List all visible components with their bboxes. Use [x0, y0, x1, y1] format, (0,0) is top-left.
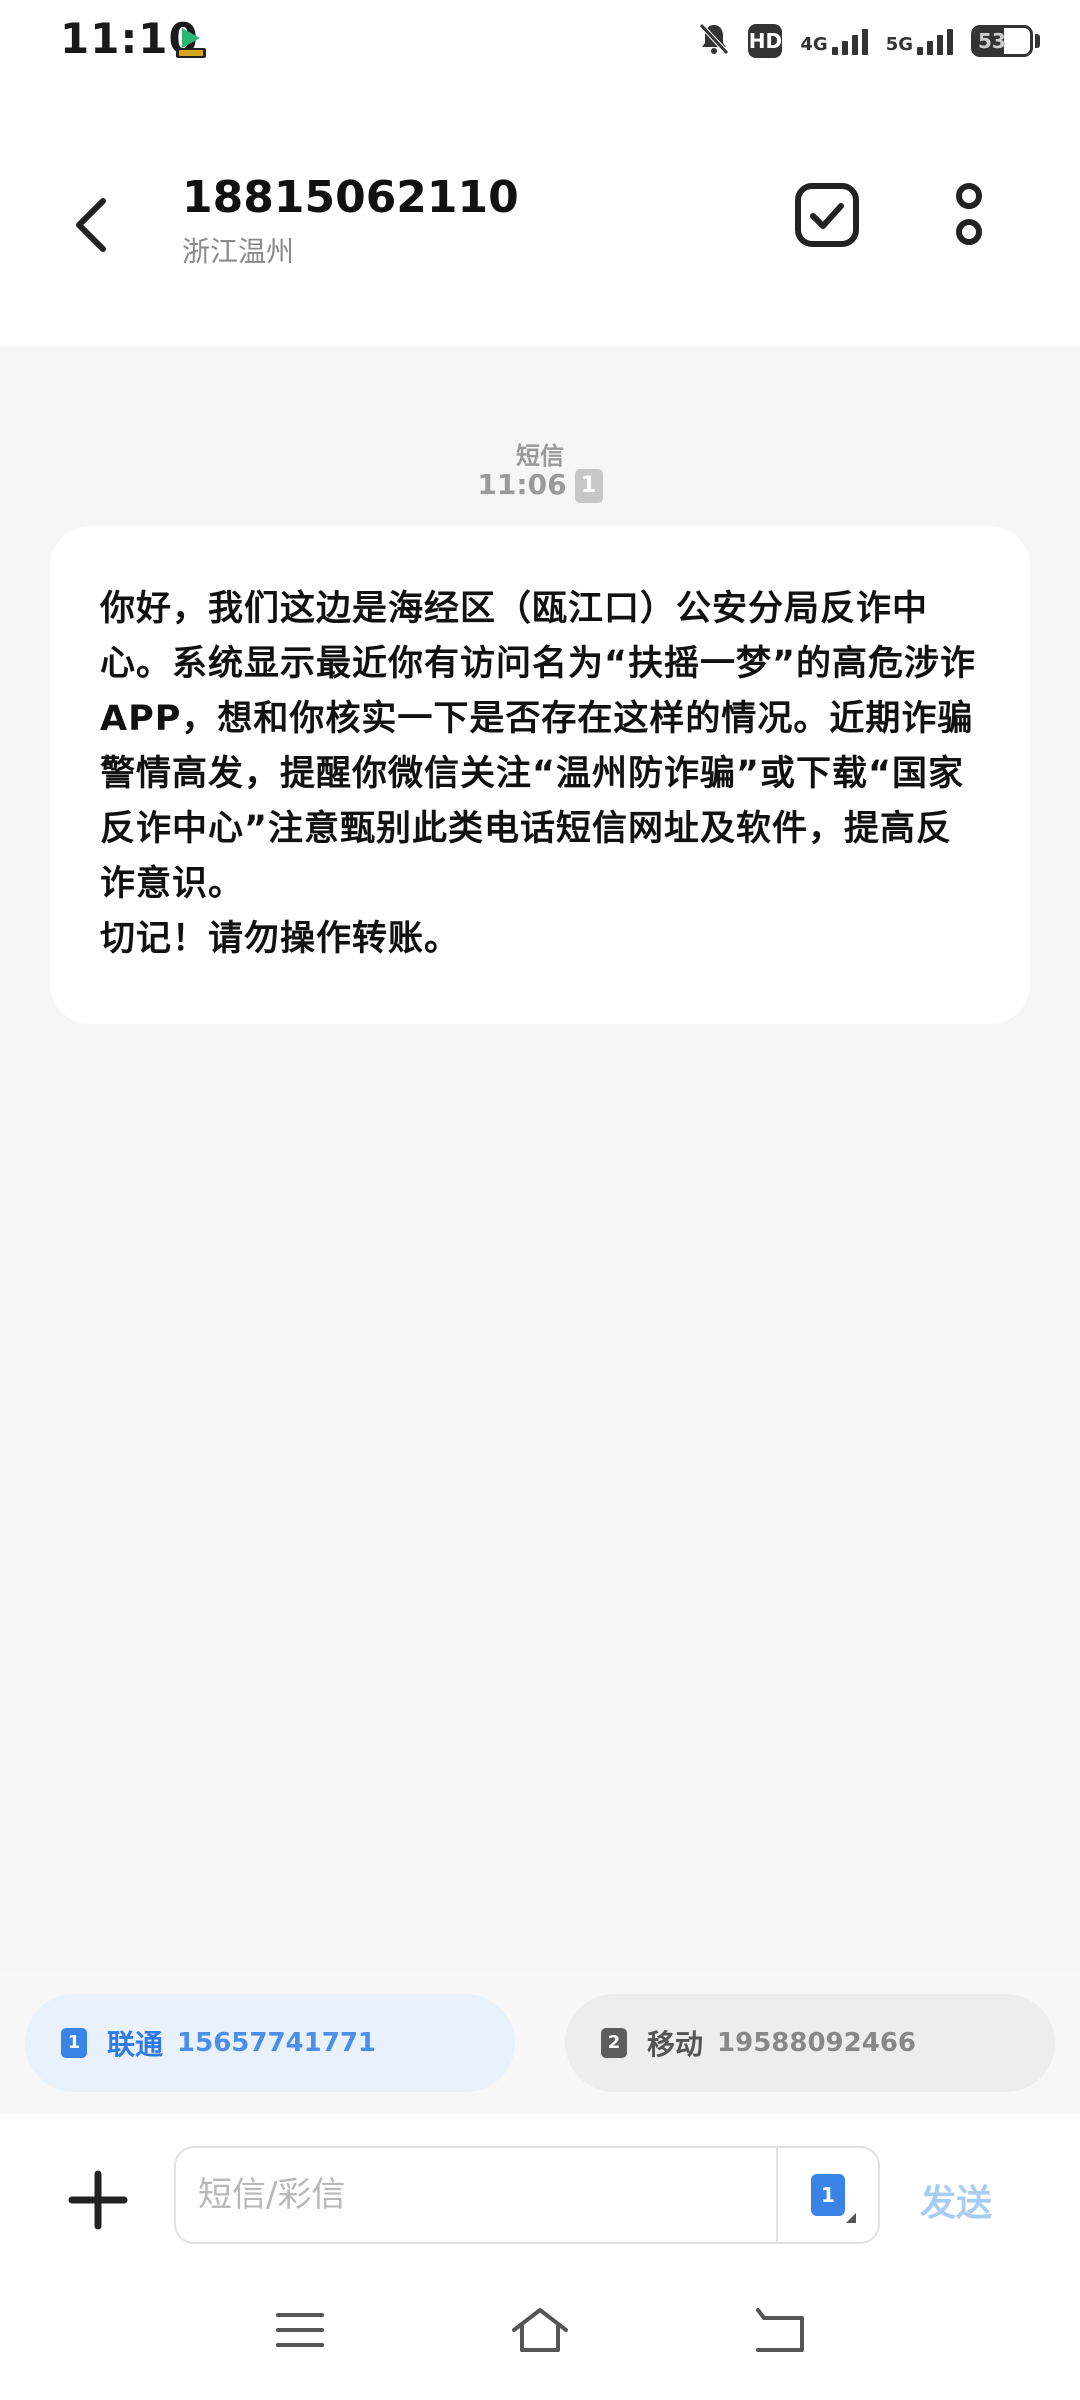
- dropdown-corner-icon: [846, 2213, 856, 2223]
- contact-number[interactable]: 18815062110: [182, 172, 519, 223]
- sim-carrier-label: 联通: [107, 2028, 164, 2061]
- sim-carrier-label: 移动: [647, 2028, 704, 2061]
- home-icon: [512, 2308, 568, 2352]
- message-bubble[interactable]: 你好，我们这边是海经区（瓯江口）公安分局反诈中心。系统显示最近你有访问名为“扶摇…: [50, 526, 1030, 1024]
- battery-level-text: 53: [978, 29, 1006, 53]
- more-options-button[interactable]: [934, 178, 1004, 252]
- contact-location: 浙江温州: [182, 235, 295, 268]
- signal-4g-icon: 4G: [800, 27, 868, 55]
- sim-card-icon: 2: [601, 2028, 627, 2058]
- navigation-bar: [0, 2270, 1080, 2400]
- sim-select-icon: 1: [811, 2174, 845, 2216]
- message-body: 你好，我们这边是海经区（瓯江口）公安分局反诈中心。系统显示最近你有访问名为“扶摇…: [100, 589, 977, 959]
- signal-bars-2: [917, 27, 953, 55]
- network-type-1: 4G: [800, 34, 828, 55]
- sim-slot-badge: 1: [574, 469, 603, 503]
- menu-lines-icon: [276, 2313, 324, 2347]
- sim-select-button[interactable]: 1: [778, 2147, 878, 2243]
- battery-icon: 53: [971, 25, 1040, 57]
- network-type-2: 5G: [885, 34, 913, 55]
- battery-cap: [1035, 34, 1040, 48]
- back-icon: [756, 2308, 804, 2352]
- conversation-header: 18815062110 浙江温州: [0, 90, 1080, 346]
- battery-body: 53: [971, 25, 1033, 57]
- compose-bar: 1 发送: [0, 2114, 1080, 2270]
- compose-field: 1: [174, 2146, 880, 2244]
- status-right-group: HD 4G 5G 53: [698, 22, 1040, 60]
- multi-select-icon: [795, 183, 859, 247]
- message-input[interactable]: [176, 2147, 776, 2243]
- more-options-icon: [956, 183, 982, 245]
- nav-back-button[interactable]: [735, 2290, 825, 2370]
- sim-option-2[interactable]: 2 移动 19588092466: [565, 1994, 1055, 2092]
- message-type-label: 短信: [516, 442, 564, 470]
- attach-button[interactable]: [60, 2162, 136, 2238]
- signal-5g-icon: 5G: [886, 27, 953, 55]
- app-notification-icon: [174, 26, 208, 60]
- multi-select-button[interactable]: [790, 178, 864, 252]
- sim-card-icon: 1: [61, 2028, 87, 2058]
- message-time: 11:06: [477, 468, 567, 501]
- plus-icon: [68, 2170, 128, 2230]
- status-bar: 11:10 HD 4G 5G 53: [0, 0, 1080, 90]
- sim-phone-number: 19588092466: [717, 2028, 917, 2058]
- sim-option-1[interactable]: 1 联通 15657741771: [25, 1994, 515, 2092]
- sim-phone-number: 15657741771: [177, 2028, 377, 2058]
- mute-bell-icon: [698, 22, 730, 60]
- send-button[interactable]: 发送: [920, 2174, 992, 2226]
- back-button[interactable]: [56, 180, 126, 270]
- home-button[interactable]: [495, 2290, 585, 2370]
- menu-button[interactable]: [255, 2290, 345, 2370]
- hd-call-icon: HD: [748, 24, 783, 58]
- back-arrow-icon: [76, 198, 106, 252]
- message-timestamp: 11:06 1: [0, 468, 1080, 503]
- message-thread[interactable]: 短信 11:06 1 你好，我们这边是海经区（瓯江口）公安分局反诈中心。系统显示最…: [0, 346, 1080, 1972]
- sim-selector-bar: 1 联通 15657741771 2 移动 19588092466: [0, 1972, 1080, 2114]
- signal-bars-1: [831, 27, 868, 55]
